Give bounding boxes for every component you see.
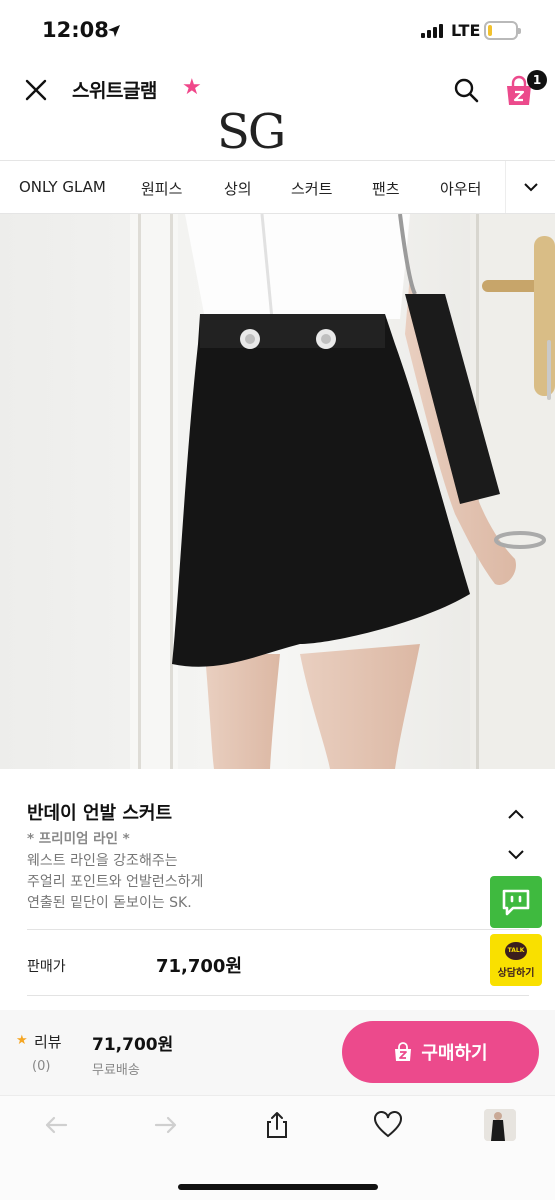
app-header: SG 스위트글램 ★ 1 (0, 62, 555, 160)
product-photo (0, 214, 555, 769)
kakao-talk-label: 상담하기 (497, 968, 535, 979)
tab-thumbnail-image (484, 1109, 516, 1141)
kakao-talk-icon: TALK (505, 942, 527, 960)
talk-chat-button[interactable] (490, 876, 542, 928)
brand-logo: SG (217, 104, 286, 160)
scroll-indicator (547, 340, 551, 400)
cellular-signal-icon (421, 22, 443, 38)
product-price: 71,700원 (156, 956, 243, 977)
category-pants[interactable]: 팬츠 (372, 178, 400, 199)
product-image[interactable] (0, 214, 555, 769)
product-info: 반데이 언발 스커트 * 프리미엄 라인 * 웨스트 라인을 강조해주는 주얼리… (0, 769, 555, 1019)
chevron-down-icon (523, 183, 538, 192)
divider (27, 929, 529, 930)
share-icon[interactable] (262, 1110, 292, 1140)
price-label: 판매가 (27, 959, 66, 975)
product-description: 웨스트 라인을 강조해주는 주얼리 포인트와 언발런스하게 연출된 밑단이 돋보… (27, 851, 203, 914)
chevron-up-icon[interactable] (505, 804, 527, 826)
review-count: (0) (32, 1059, 51, 1074)
store-name[interactable]: 스위트글램 (72, 76, 157, 103)
browser-toolbar (0, 1095, 555, 1200)
divider (27, 995, 529, 996)
category-skirt[interactable]: 스커트 (291, 178, 332, 199)
review-label[interactable]: 리뷰 (34, 1031, 62, 1052)
purchase-bar: ★ 리뷰 (0) 71,700원 무료배송 구매하기 (0, 1010, 555, 1095)
home-indicator (178, 1184, 378, 1190)
network-type: LTE (451, 21, 481, 40)
back-arrow-icon[interactable] (41, 1110, 71, 1140)
description-line: 연출된 밑단이 돋보이는 SK. (27, 895, 192, 911)
shopping-bag-icon (395, 1042, 412, 1061)
description-line: 주얼리 포인트와 언발런스하게 (27, 874, 204, 890)
category-nav: ONLY GLAM 원피스 상의 스커트 팬츠 아우터 (0, 160, 555, 214)
buy-button[interactable]: 구매하기 (342, 1021, 539, 1083)
category-expand-button[interactable] (505, 161, 555, 213)
purchase-price: 71,700원 (92, 1035, 174, 1055)
forward-arrow-icon[interactable] (151, 1110, 181, 1140)
category-outer[interactable]: 아우터 (440, 178, 481, 199)
category-top[interactable]: 상의 (224, 178, 252, 199)
kakao-talk-button[interactable]: TALK 상담하기 (490, 934, 542, 986)
category-only-glam[interactable]: ONLY GLAM (19, 178, 106, 196)
buy-button-label: 구매하기 (421, 1043, 488, 1064)
close-icon[interactable] (22, 76, 50, 104)
shipping-info: 무료배송 (92, 1063, 140, 1078)
tab-thumbnail[interactable] (484, 1109, 516, 1141)
description-line: 웨스트 라인을 강조해주는 (27, 853, 178, 869)
cart-count-badge: 1 (527, 70, 547, 90)
status-time: 12:08 (42, 18, 109, 42)
status-bar: 12:08 LTE (0, 0, 555, 62)
location-arrow-icon (108, 25, 120, 37)
product-title: 반데이 언발 스커트 (27, 803, 173, 824)
talk-icon (502, 889, 530, 916)
search-icon[interactable] (452, 76, 480, 104)
chevron-down-icon[interactable] (505, 843, 527, 865)
review-star-icon: ★ (16, 1033, 28, 1048)
star-icon[interactable]: ★ (182, 76, 202, 100)
heart-icon[interactable] (373, 1110, 403, 1140)
battery-icon (484, 21, 521, 40)
category-onepiece[interactable]: 원피스 (141, 178, 182, 199)
product-line: * 프리미엄 라인 * (27, 831, 130, 847)
